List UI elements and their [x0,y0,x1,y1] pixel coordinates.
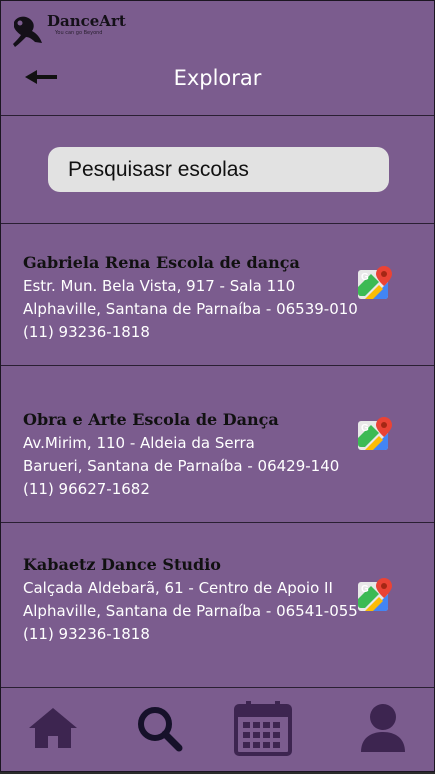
divider [1,115,434,116]
explore-screen: DanceArt You can go Beyond Explorar Pesq… [0,0,435,772]
page-title: Explorar [173,66,262,90]
search-icon [138,707,183,752]
school-card[interactable]: Obra e Arte Escola de Dança Av.Mirim, 11… [1,366,434,522]
brand-name: DanceArt [47,12,126,30]
svg-text:G: G [361,272,369,283]
school-phone: (11) 93236-1818 [23,323,150,341]
school-phone: (11) 93236-1818 [23,625,150,643]
google-maps-icon[interactable]: G [357,265,393,301]
school-address-line2: Barueri, Santana de Parnaíba - 06429-140 [23,457,340,475]
school-phone: (11) 96627-1682 [23,480,150,498]
school-address-line2: Alphaville, Santana de Parnaíba - 06539-… [23,300,358,318]
bottom-navigation [1,688,434,771]
search-input[interactable]: Pesquisasr escolas [48,147,389,192]
school-name: Obra e Arte Escola de Dança [23,410,279,429]
school-address-line1: Av.Mirim, 110 - Aldeia da Serra [23,434,255,452]
google-maps-icon[interactable]: G [357,416,393,452]
school-name: Gabriela Rena Escola de dança [23,253,300,272]
brand-tagline: You can go Beyond [55,30,103,36]
dancer-logo-icon [13,16,42,47]
school-address-line1: Calçada Aldebarã, 61 - Centro de Apoio I… [23,579,333,597]
tab-search[interactable] [127,700,191,756]
school-address-line2: Alphaville, Santana de Parnaíba - 06541-… [23,602,358,620]
google-maps-icon[interactable]: G [357,577,393,613]
brand-logo: DanceArt You can go Beyond [9,13,126,49]
tab-calendar[interactable] [231,700,295,756]
svg-text:G: G [361,423,369,434]
school-card[interactable]: Kabaetz Dance Studio Calçada Aldebarã, 6… [1,523,434,687]
school-card[interactable]: Gabriela Rena Escola de dança Estr. Mun.… [1,224,434,365]
tab-profile[interactable] [351,700,415,756]
user-icon [361,704,405,752]
home-icon [29,708,77,748]
svg-text:G: G [361,584,369,595]
tab-home[interactable] [21,700,85,756]
school-name: Kabaetz Dance Studio [23,555,221,574]
school-address-line1: Estr. Mun. Bela Vista, 917 - Sala 110 [23,277,296,295]
calendar-icon [234,701,292,756]
